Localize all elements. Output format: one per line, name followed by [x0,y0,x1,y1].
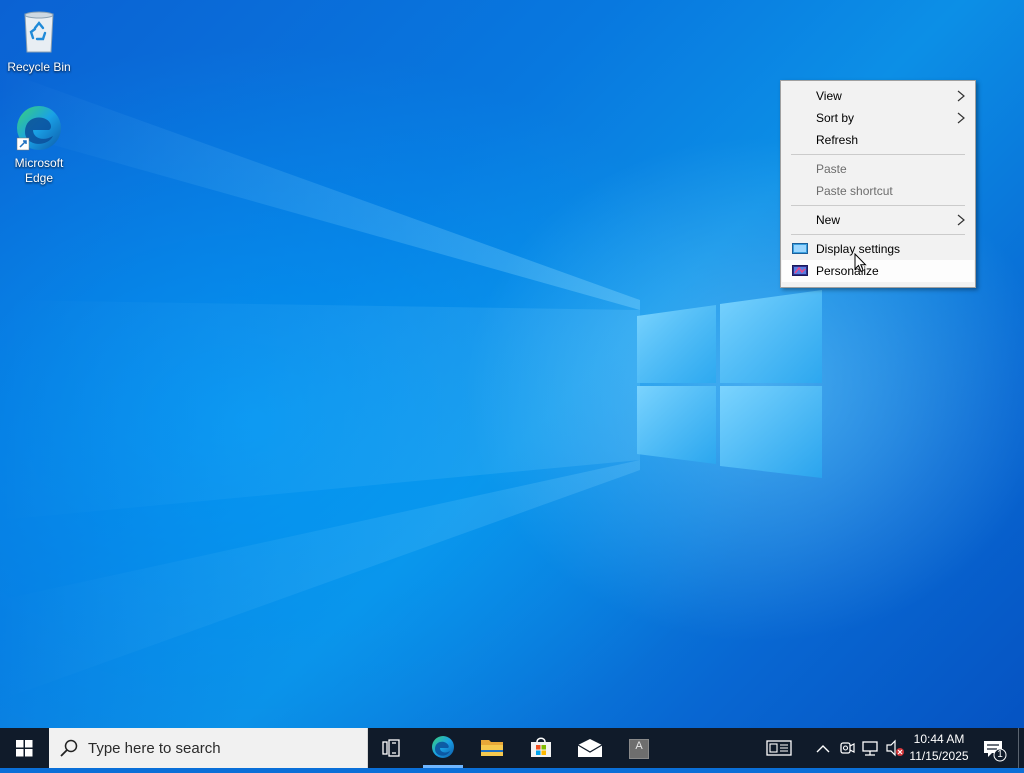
chevron-right-icon [957,214,965,226]
mail-icon [577,739,603,757]
search-placeholder: Type here to search [88,740,221,757]
menu-separator [791,154,965,155]
menu-item-label: Refresh [816,133,859,147]
desktop-icon-label: Recycle Bin [7,60,71,74]
store-icon [531,737,551,757]
taskbar-app-mail[interactable] [567,728,613,768]
file-explorer-icon [481,740,503,756]
menu-item-paste-shortcut[interactable]: Paste shortcut [782,180,974,202]
webcam-icon [840,742,855,754]
mouse-cursor-icon [854,253,867,273]
tray-network-button[interactable] [860,728,882,768]
menu-item-view[interactable]: View [782,85,974,107]
notification-count-badge: 1 [997,749,1003,760]
recycle-bin-icon [15,8,63,56]
show-desktop-button[interactable] [1018,728,1024,768]
taskbar-app-store[interactable] [518,728,564,768]
action-center-button[interactable]: 1 [978,728,1014,768]
menu-item-label: Personalize [816,264,879,278]
personalize-icon [792,265,808,276]
menu-item-sort-by[interactable]: Sort by [782,107,974,129]
tray-volume-button[interactable] [884,728,906,768]
menu-item-label: New [816,213,841,227]
desktop-icon-label: Microsoft Edge [14,156,64,185]
menu-item-refresh[interactable]: Refresh [782,129,974,151]
desktop-context-menu: View Sort by Refresh Paste Paste shortcu… [780,80,976,288]
menu-item-label: Sort by [816,111,855,125]
menu-item-label: Paste [816,162,847,176]
menu-item-label: Paste shortcut [816,184,893,198]
show-hidden-icons-button[interactable] [812,728,834,768]
network-icon [862,741,878,756]
menu-item-paste[interactable]: Paste [782,158,974,180]
display-settings-icon [792,243,808,254]
menu-item-personalize[interactable]: Personalize [782,260,974,282]
taskbar-app-a[interactable]: A [616,728,662,768]
tray-meet-now-button[interactable] [836,728,858,768]
notification-icon [984,741,1007,762]
taskbar-app-file-explorer[interactable] [469,728,515,768]
taskbar-search-box[interactable]: Type here to search [49,728,368,768]
volume-muted-icon [886,739,904,757]
desktop-icon-microsoft-edge[interactable]: Microsoft Edge [1,104,77,186]
desktop[interactable]: Recycle Bin Microsoft Edge View Sort by … [0,0,1024,728]
clock-time: 10:44 AM [913,732,965,746]
chevron-up-icon [816,745,830,753]
taskbar-app-edge[interactable] [420,728,466,768]
search-icon [60,739,78,757]
edge-icon [15,104,63,152]
clock-date: 11/15/2025 [909,749,969,763]
menu-item-display-settings[interactable]: Display settings [782,238,974,260]
menu-separator [791,234,965,235]
menu-separator [791,205,965,206]
task-view-button[interactable] [370,728,414,768]
start-icon [16,740,33,757]
chevron-right-icon [957,90,965,102]
menu-item-label: View [816,89,842,103]
edge-icon [423,736,463,768]
news-icon [766,740,792,756]
start-button[interactable] [0,728,49,768]
news-and-interests-button[interactable] [760,728,798,768]
app-icon-letter: A [635,740,643,752]
desktop-icon-recycle-bin[interactable]: Recycle Bin [1,8,77,75]
taskbar: Type here to search A 10:44 AM 11/15/202… [0,728,1024,768]
menu-item-new[interactable]: New [782,209,974,231]
tray-clock[interactable]: 10:44 AM 11/15/2025 [906,728,972,768]
chevron-right-icon [957,112,965,124]
task-view-icon [382,739,400,757]
